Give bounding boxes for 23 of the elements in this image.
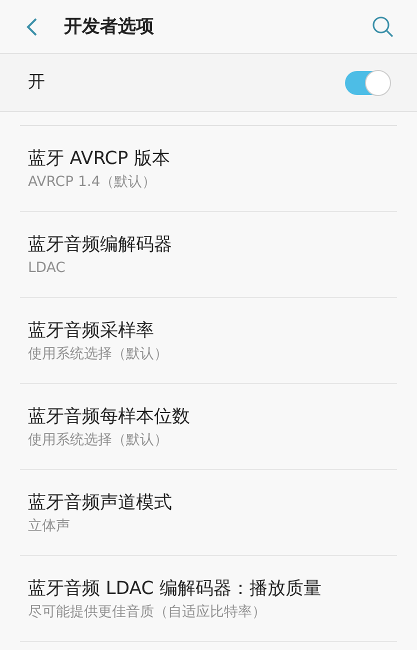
setting-item[interactable]: 蓝牙音频每样本位数 使用系统选择（默认）	[20, 384, 397, 470]
search-icon	[372, 16, 394, 38]
setting-summary: 立体声	[28, 516, 71, 536]
setting-title: 蓝牙音频每样本位数	[28, 404, 191, 428]
setting-title: 蓝牙音频声道模式	[28, 490, 173, 514]
back-icon	[26, 16, 38, 36]
setting-title: 蓝牙音频编解码器	[28, 232, 173, 256]
page-title: 开发者选项	[64, 15, 154, 39]
master-switch[interactable]	[345, 70, 389, 94]
setting-summary: LDAC	[28, 258, 66, 278]
setting-item[interactable]: 蓝牙音频采样率 使用系统选择（默认）	[20, 298, 397, 384]
setting-item[interactable]: 蓝牙音频 LDAC 编解码器：播放质量 尽可能提供更佳音质（自适应比特率）	[20, 556, 397, 642]
setting-title: 蓝牙音频 LDAC 编解码器：播放质量	[28, 576, 323, 600]
setting-item[interactable]: 蓝牙音频编解码器 LDAC	[20, 212, 397, 298]
setting-item[interactable]: 蓝牙音频声道模式 立体声	[20, 470, 397, 556]
setting-title: 蓝牙 AVRCP 版本	[28, 146, 171, 170]
setting-summary: AVRCP 1.4（默认）	[28, 172, 158, 192]
setting-item[interactable]: 蓝牙 AVRCP 版本 AVRCP 1.4（默认）	[20, 126, 397, 212]
setting-title: 蓝牙音频采样率	[28, 318, 155, 342]
setting-summary: 使用系统选择（默认）	[28, 430, 169, 450]
switch-label: 开	[28, 70, 45, 94]
setting-summary: 使用系统选择（默认）	[28, 344, 169, 364]
setting-summary: 尽可能提供更佳音质（自适应比特率）	[28, 602, 267, 622]
